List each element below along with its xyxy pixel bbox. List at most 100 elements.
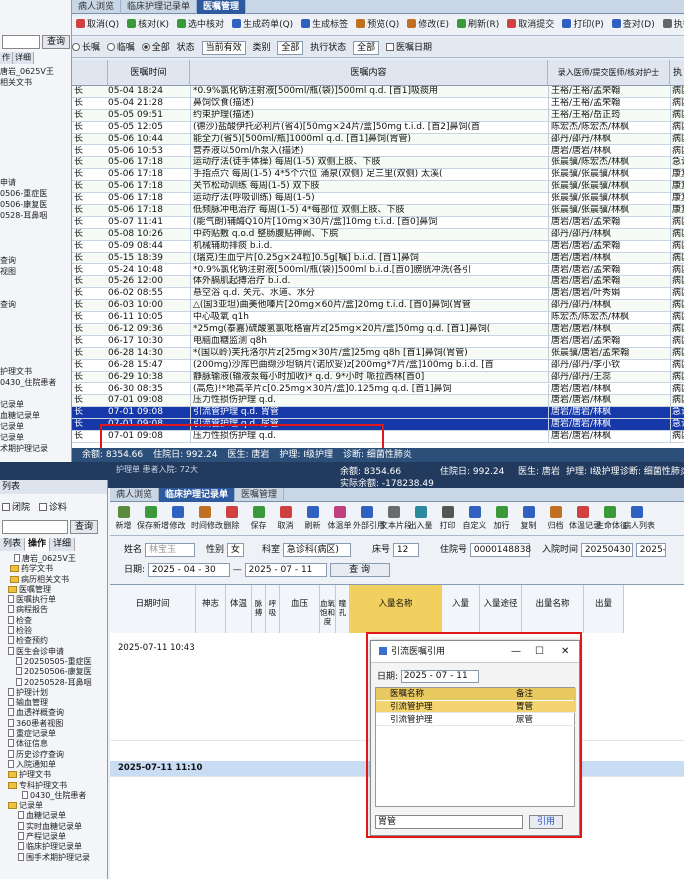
left-tree-item[interactable]: 查询	[0, 255, 71, 266]
left-tree-item[interactable]: 产程记录单	[0, 832, 107, 842]
order-row[interactable]: 长 05-05 09:51 约束护理(描述) 王裕/王裕/岳正筠病区	[72, 109, 684, 122]
left-tree-item[interactable]: 0506-康复医	[0, 199, 71, 210]
left-tree-item[interactable]: 病程报告	[0, 605, 107, 615]
order-row[interactable]: 长 07-01 09:08 引流管护理 q.d. 胃管唐岩/唐岩/林枫急诊	[72, 407, 684, 420]
tab-nursing-record[interactable]: 临床护理记录单	[121, 0, 198, 14]
nursing-tool-button[interactable]: 生命体征	[596, 504, 628, 531]
query-button[interactable]: 查 询	[329, 562, 390, 577]
nursing-tool-button[interactable]: 加行	[488, 504, 515, 531]
left-tree-item[interactable]	[0, 110, 71, 121]
toolbar-button[interactable]: 执行	[659, 16, 684, 34]
toolbar-button[interactable]: 取消(Q)	[72, 16, 123, 34]
left-tree-item[interactable]: 重症记录单	[0, 729, 107, 739]
nursing-tool-button[interactable]: 文本片段	[380, 504, 412, 531]
left-tree-item[interactable]: 记录单	[0, 399, 71, 410]
toolbar-button[interactable]: 查对(D)	[608, 16, 659, 34]
left-tree-item[interactable]: 临床护理记录单	[0, 842, 107, 852]
left-tree-item[interactable]: 医生会诊申请	[0, 646, 107, 657]
left-tree-item[interactable]	[0, 277, 71, 288]
left-tree-item[interactable]: 视图	[0, 266, 71, 277]
date-checkbox[interactable]: 医嘱日期	[386, 43, 432, 53]
tab-patient-browse[interactable]: 病人浏览	[72, 0, 122, 14]
left-tree-item[interactable]: 360患者视图	[0, 718, 107, 729]
toolbar-button[interactable]: 生成药单(Q)	[228, 16, 297, 34]
left-tree-item[interactable]	[0, 332, 71, 343]
radio-long[interactable]: 长嘱	[72, 43, 100, 53]
nursing-tool-button[interactable]: 时间修改	[191, 504, 223, 531]
left-tree-item[interactable]	[0, 288, 71, 299]
left-tree-item[interactable]: 体征信息	[0, 739, 107, 749]
left-tree-item[interactable]	[0, 133, 71, 144]
left-tree-item[interactable]: 护理文书	[0, 366, 71, 377]
left-tree-item[interactable]: 检验	[0, 626, 107, 636]
left-tree-item[interactable]	[0, 310, 71, 321]
date-from-input[interactable]: 2025 - 04 - 30	[147, 562, 230, 577]
admit-input-2[interactable]: 2025-07	[635, 542, 666, 557]
left-search-button[interactable]: 查询	[42, 35, 70, 49]
tab-orders[interactable]: 医嘱管理	[235, 488, 285, 502]
left-tree-item[interactable]: 20250505-重症医	[0, 656, 107, 667]
left-tree-item[interactable]: 血糖记录单	[0, 811, 107, 821]
left-tree-item[interactable]: 0528-耳鼻咽	[0, 210, 71, 221]
toolbar-button[interactable]: 取消提交	[503, 16, 558, 34]
exec-select[interactable]: 全部	[353, 40, 380, 55]
left-tree-item[interactable]: 记录单	[0, 421, 71, 432]
nursing-tool-button[interactable]: 删除	[218, 504, 245, 531]
nursing-tool-button[interactable]: 取消	[272, 504, 299, 531]
nursing-tool-button[interactable]: 打印	[434, 504, 461, 531]
dept-input[interactable]: 急诊科(病区)	[282, 542, 351, 557]
left-tree-item[interactable]: 历史诊疗查询	[0, 749, 107, 760]
tab-patient-browse[interactable]: 病人浏览	[110, 488, 160, 502]
nursing-tool-button[interactable]: 体温记录	[569, 504, 601, 531]
toolbar-button[interactable]: 打印(P)	[558, 16, 607, 34]
order-row[interactable]: 长 05-06 17:18 关节松动训练 每周(1-5) 双下肢 张晨骥/张晨骥/林枫…	[72, 181, 684, 194]
left-tree-item[interactable]	[0, 88, 71, 99]
tab-orders[interactable]: 医嘱管理	[197, 0, 247, 14]
left-tab-op[interactable]: 操作	[25, 538, 51, 551]
order-row[interactable]: 长 05-06 17:18 低频脉冲电治疗 每周(1-5) 4*每部位 双侧上肢、下…	[72, 205, 684, 217]
left-search-input-bottom[interactable]	[2, 520, 68, 534]
order-row[interactable]: 长 05-04 18:24 *0.9%氯化钠注射液[500ml/瓶(袋)]500ml…	[72, 86, 684, 98]
order-row[interactable]: 长 06-02 08:55 悬空浴 q.d. 关元、水道、水分唐岩/唐岩/叶秀娟病区	[72, 288, 684, 301]
nursing-tool-button[interactable]: 刷新	[299, 504, 326, 531]
left-tree-item[interactable]: 申请	[0, 177, 71, 188]
left-tree-item[interactable]: 0506-重症医	[0, 188, 71, 199]
left-tab-list[interactable]: 列表	[0, 538, 26, 551]
nursing-tool-button[interactable]: 体温单	[326, 504, 353, 531]
nursing-tool-button[interactable]: 修改	[164, 504, 191, 531]
bed-input[interactable]: 12	[392, 542, 419, 557]
date-to-input[interactable]: 2025 - 07 - 11	[244, 562, 327, 577]
order-row[interactable]: 长 05-06 17:18 运动疗法(呼吸训练) 每周(1-5) 张晨骥/张晨骥/林枫…	[72, 193, 684, 205]
nursing-tool-button[interactable]: 保存新增	[137, 504, 169, 531]
left-tree-item[interactable]: 护理文书	[0, 770, 107, 780]
left-tree-item[interactable]: 检查	[0, 615, 107, 626]
toolbar-button[interactable]: 核对(K)	[123, 16, 173, 34]
left-tree-item[interactable]: 唐岩_0625V王	[0, 554, 107, 564]
left-tree-item[interactable]: 实时血糖记录单	[0, 821, 107, 832]
radio-all[interactable]: 全部	[141, 43, 170, 53]
order-row[interactable]: 长 06-11 10:05 中心吸氧 q1h 陈宏杰/陈宏杰/林枫病区	[72, 312, 684, 324]
order-row[interactable]: 长 07-01 09:08 压力性损伤护理 q.d. 唐岩/唐岩/林枫病区	[72, 395, 684, 408]
left-tree-item[interactable]: 记录单	[0, 801, 107, 811]
order-row[interactable]: 长 05-04 21:28 鼻饲饮食(描述) 王裕/王裕/孟荣翰病区	[72, 97, 684, 110]
inpatient-input[interactable]: 0000148838	[469, 542, 531, 557]
name-input[interactable]: 林宝玉	[144, 542, 195, 557]
left-tree-item[interactable]	[0, 321, 71, 332]
radio-temp[interactable]: 临嘱	[106, 43, 135, 53]
left-tree-item[interactable]	[0, 232, 71, 243]
order-row[interactable]: 长 06-30 08:35 (高危)!*地高辛片c[0.25mg×30片/盒]0.1…	[72, 383, 684, 396]
left-tree-item[interactable]: 记录单	[0, 432, 71, 443]
order-row[interactable]: 长 05-07 11:41 (能气朗)辅酶Q10片[10mg×30片/盒]10mg …	[72, 216, 684, 229]
order-row[interactable]: 长 05-06 17:18 运动疗法(徒手体操) 每周(1-5) 双侧上肢、下肢 张晨…	[72, 157, 684, 170]
left-tree-item[interactable]: 0430_住院患者	[0, 377, 71, 388]
toolbar-button[interactable]: 修改(E)	[403, 16, 453, 34]
left-tree-item[interactable]: 病历相关文书	[0, 575, 107, 585]
nursing-tool-button[interactable]: 保存	[245, 504, 272, 531]
order-row[interactable]: 长 06-28 14:30 *(国以岭)芙托洛尔片z[25mg×30片/盒]25mg…	[72, 347, 684, 360]
order-row[interactable]: 长 05-06 17:18 手指点穴 每周(1-5) 4*5个穴位 涌泉(双侧) 足…	[72, 169, 684, 182]
order-row[interactable]: 长 06-29 10:38 静脉输液(输液泵每小时加收)* q.d. 9*小时 哌拉…	[72, 371, 684, 384]
left-tree-item[interactable]: 20250506-康复医	[0, 667, 107, 677]
left-tab-detail[interactable]: 详细	[13, 52, 34, 64]
left-tree-item[interactable]: 入院通知单	[0, 759, 107, 770]
left-tree-item[interactable]: 20250528-耳鼻咽	[0, 677, 107, 688]
